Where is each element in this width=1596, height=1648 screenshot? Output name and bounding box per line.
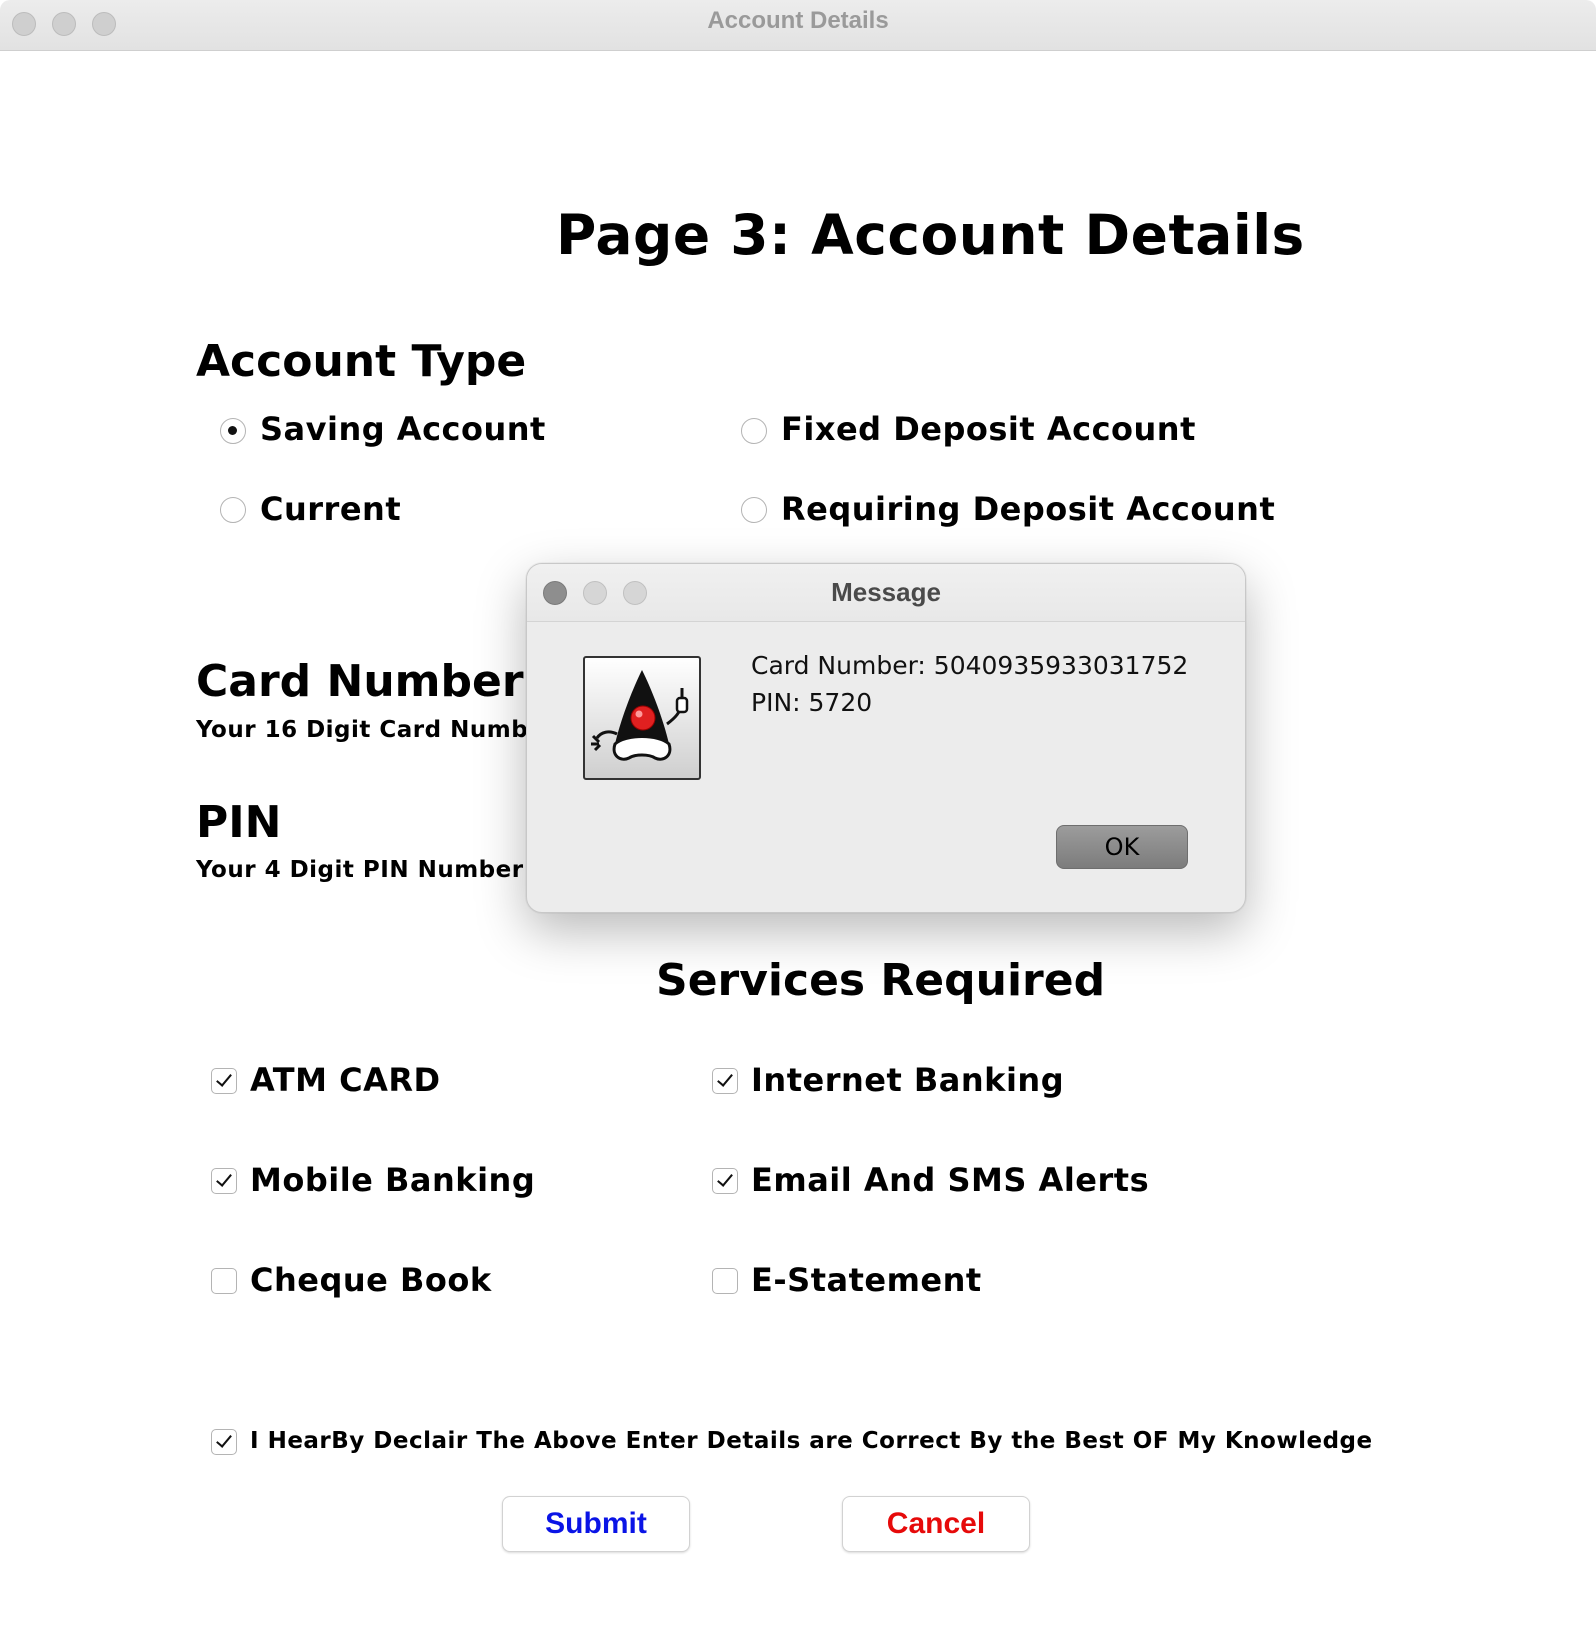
checkbox-label-internet-banking[interactable]: Internet Banking bbox=[751, 1061, 1064, 1099]
cancel-button[interactable]: Cancel bbox=[842, 1496, 1030, 1552]
radio-current[interactable] bbox=[220, 497, 246, 523]
radio-label-current[interactable]: Current bbox=[260, 490, 401, 528]
checkbox-label-e-statement[interactable]: E-Statement bbox=[751, 1261, 982, 1299]
window-title: Account Details bbox=[707, 7, 889, 34]
card-number-heading: Card Number bbox=[196, 656, 524, 707]
dialog-card-number-text: Card Number: 5040935933031752 bbox=[751, 651, 1189, 680]
dialog-titlebar: Message bbox=[527, 564, 1245, 622]
checkbox-label-mobile-banking[interactable]: Mobile Banking bbox=[250, 1161, 535, 1199]
account-details-window: Account Details Page 3: Account Details … bbox=[0, 0, 1596, 1648]
checkbox-e-statement[interactable] bbox=[712, 1268, 738, 1294]
message-dialog: Message Card Number: 5040935933031752 PI… bbox=[526, 563, 1246, 913]
page-title: Page 3: Account Details bbox=[556, 203, 1305, 267]
radio-label-saving-account[interactable]: Saving Account bbox=[260, 410, 546, 448]
checkbox-internet-banking[interactable] bbox=[712, 1068, 738, 1094]
dialog-title: Message bbox=[831, 577, 941, 607]
pin-heading: PIN bbox=[196, 797, 282, 848]
checkbox-label-atm-card[interactable]: ATM CARD bbox=[250, 1061, 441, 1099]
checkbox-cheque-book[interactable] bbox=[211, 1268, 237, 1294]
pin-subtext: Your 4 Digit PIN Number bbox=[196, 857, 524, 883]
radio-label-requiring-deposit-account[interactable]: Requiring Deposit Account bbox=[781, 490, 1275, 528]
submit-button[interactable]: Submit bbox=[502, 1496, 690, 1552]
checkbox-label-declaration[interactable]: I HearBy Declair The Above Enter Details… bbox=[250, 1428, 1373, 1454]
radio-fixed-deposit-account[interactable] bbox=[741, 418, 767, 444]
checkbox-atm-card[interactable] bbox=[211, 1068, 237, 1094]
checkbox-label-cheque-book[interactable]: Cheque Book bbox=[250, 1261, 492, 1299]
window-titlebar: Account Details bbox=[0, 0, 1596, 51]
checkbox-label-email-sms-alerts[interactable]: Email And SMS Alerts bbox=[751, 1161, 1149, 1199]
services-required-heading: Services Required bbox=[656, 955, 1106, 1006]
radio-requiring-deposit-account[interactable] bbox=[741, 497, 767, 523]
radio-saving-account[interactable] bbox=[220, 418, 246, 444]
checkbox-email-sms-alerts[interactable] bbox=[712, 1168, 738, 1194]
checkbox-mobile-banking[interactable] bbox=[211, 1168, 237, 1194]
dialog-pin-text: PIN: 5720 bbox=[751, 688, 873, 717]
account-type-heading: Account Type bbox=[196, 336, 527, 387]
checkbox-declaration[interactable] bbox=[211, 1429, 237, 1455]
java-duke-icon bbox=[583, 656, 701, 780]
radio-label-fixed-deposit-account[interactable]: Fixed Deposit Account bbox=[781, 410, 1196, 448]
ok-button[interactable]: OK bbox=[1056, 825, 1188, 869]
card-number-subtext: Your 16 Digit Card Numbe bbox=[196, 717, 545, 743]
